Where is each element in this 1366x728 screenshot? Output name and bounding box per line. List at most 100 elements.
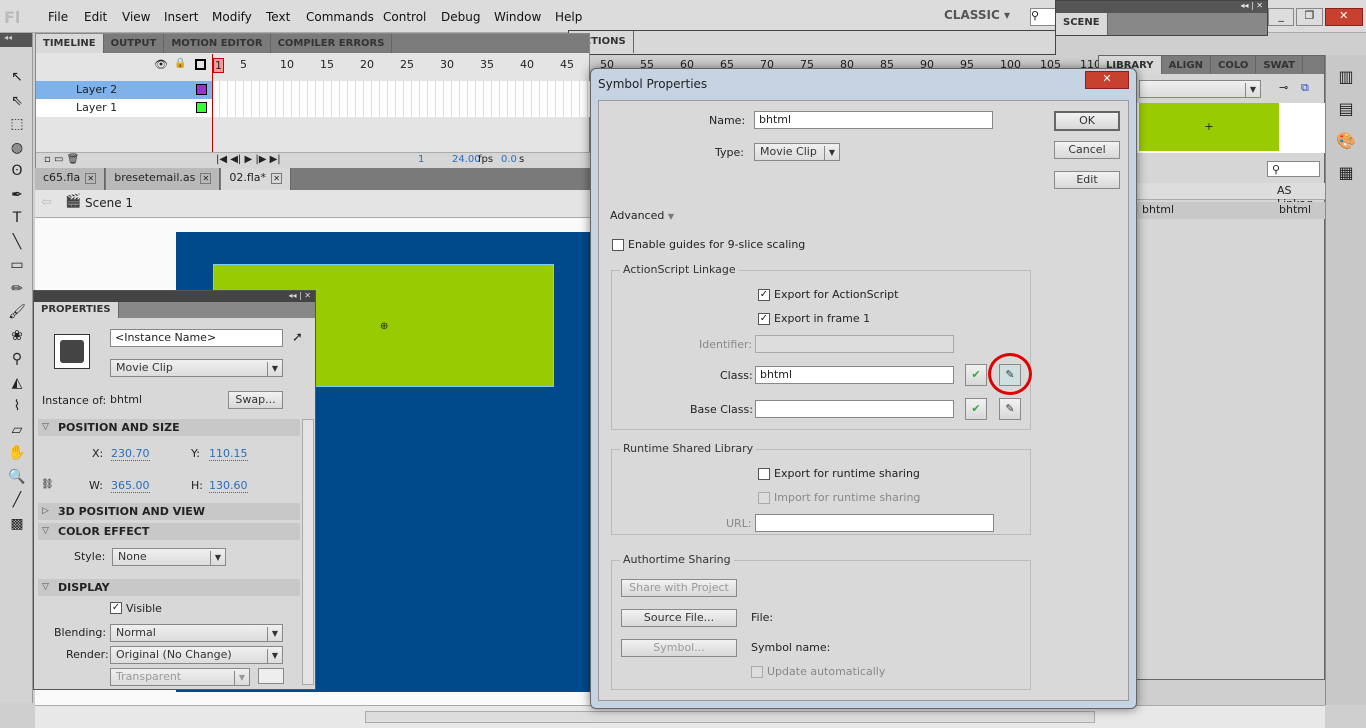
collapse-icon[interactable]: ◂◂ bbox=[0, 33, 32, 47]
ok-button[interactable]: OK bbox=[1054, 111, 1120, 131]
layer-name[interactable]: Layer 1 bbox=[76, 101, 117, 114]
icon-fill-color[interactable]: ▩ bbox=[8, 516, 26, 534]
menu-control[interactable]: Control bbox=[383, 10, 426, 24]
icon-deco-tool[interactable]: ❀ bbox=[8, 328, 26, 346]
outline-icon[interactable] bbox=[195, 59, 206, 70]
edit-symbol-icon[interactable]: ➚ bbox=[292, 330, 303, 345]
icon-free-transform-tool[interactable]: ⬚ bbox=[8, 116, 26, 134]
menu-text[interactable]: Text bbox=[266, 10, 290, 24]
lock-icon[interactable]: 🔒 bbox=[174, 58, 186, 69]
menu-window[interactable]: Window bbox=[494, 10, 541, 24]
panel-collapse-close[interactable]: ◂◂ | ✕ bbox=[1056, 1, 1267, 13]
tab-scene[interactable]: SCENE bbox=[1056, 13, 1108, 35]
library-icon[interactable]: ▥ bbox=[1330, 61, 1362, 93]
x-value[interactable]: 230.70 bbox=[111, 447, 150, 461]
section-color-effect[interactable]: COLOR EFFECT bbox=[38, 523, 300, 540]
align-icon[interactable]: ▤ bbox=[1330, 93, 1362, 125]
properties-scrollbar[interactable] bbox=[302, 419, 314, 685]
section-display[interactable]: DISPLAY bbox=[38, 579, 300, 596]
tab-colo[interactable]: COLO bbox=[1211, 56, 1257, 74]
source-file-button[interactable]: Source File... bbox=[621, 609, 737, 627]
menu-insert[interactable]: Insert bbox=[164, 10, 198, 24]
class-input[interactable]: bhtml bbox=[755, 366, 954, 384]
background-select[interactable]: Transparent bbox=[110, 668, 250, 686]
instance-name-input[interactable]: <Instance Name> bbox=[110, 329, 283, 347]
time-value[interactable]: 0.0 bbox=[501, 154, 517, 165]
close-tab-icon[interactable]: ✕ bbox=[85, 173, 97, 184]
section-3d[interactable]: 3D POSITION AND VIEW bbox=[38, 503, 300, 520]
new-library-icon[interactable]: ⧉ bbox=[1301, 81, 1309, 95]
back-arrow-icon[interactable]: ⇦ bbox=[41, 195, 52, 210]
menu-modify[interactable]: Modify bbox=[212, 10, 252, 24]
export-runtime-checkbox[interactable] bbox=[758, 468, 770, 480]
edit-base-class-pencil-button[interactable]: ✎ bbox=[999, 398, 1021, 420]
export-frame1-checkbox[interactable]: ✓ bbox=[758, 313, 770, 325]
menu-commands[interactable]: Commands bbox=[306, 10, 374, 24]
close-tab-icon[interactable]: ✕ bbox=[200, 173, 212, 184]
swap-button[interactable]: Swap... bbox=[228, 391, 283, 409]
layer-row[interactable]: Layer 1 bbox=[36, 99, 214, 117]
restore-button[interactable]: ❐ bbox=[1296, 8, 1323, 26]
playback-controls[interactable]: |◀ ◀| ▶ |▶ ▶| bbox=[216, 154, 281, 165]
menu-debug[interactable]: Debug bbox=[441, 10, 480, 24]
icon-selection-tool[interactable]: ↖ bbox=[8, 69, 26, 87]
symbol-type-select[interactable]: Movie Clip bbox=[110, 359, 283, 377]
close-window-button[interactable]: ✕ bbox=[1324, 8, 1363, 26]
cancel-button[interactable]: Cancel bbox=[1054, 141, 1120, 159]
tab-properties[interactable]: PROPERTIES bbox=[34, 302, 119, 318]
layer-color-swatch[interactable] bbox=[196, 84, 207, 95]
layer-name[interactable]: Layer 2 bbox=[76, 83, 117, 96]
menu-view[interactable]: View bbox=[122, 10, 150, 24]
tab-align[interactable]: ALIGN bbox=[1162, 56, 1211, 74]
dialog-close-button[interactable]: ✕ bbox=[1085, 71, 1129, 89]
icon-3d-rotation-tool[interactable]: ◍ bbox=[8, 140, 26, 158]
h-value[interactable]: 130.60 bbox=[209, 479, 248, 493]
lock-ratio-icon[interactable]: ⛓ bbox=[41, 479, 54, 490]
scene-label[interactable]: Scene 1 bbox=[85, 196, 133, 210]
edit-button[interactable]: Edit bbox=[1054, 171, 1120, 189]
frame-row[interactable] bbox=[212, 99, 591, 117]
advanced-toggle[interactable]: Advanced ▼ bbox=[610, 209, 674, 222]
layer-color-swatch[interactable] bbox=[196, 102, 207, 113]
symbol-name-input[interactable]: bhtml bbox=[754, 111, 993, 129]
blending-select[interactable]: Normal bbox=[110, 624, 283, 642]
validate-base-class-button[interactable]: ✔ bbox=[965, 398, 987, 420]
tab-compiler-errors[interactable]: COMPILER ERRORS bbox=[271, 34, 393, 53]
search-icon[interactable]: ⚲ bbox=[1030, 8, 1058, 26]
tab-output[interactable]: OUTPUT bbox=[104, 34, 165, 53]
export-actionscript-checkbox[interactable]: ✓ bbox=[758, 289, 770, 301]
icon-subselection-tool[interactable]: ⇖ bbox=[8, 93, 26, 111]
close-tab-icon[interactable]: ✕ bbox=[271, 173, 283, 184]
current-frame[interactable]: 1 bbox=[418, 154, 424, 165]
library-document-select[interactable] bbox=[1139, 80, 1261, 98]
menu-file[interactable]: File bbox=[48, 10, 68, 24]
fps-value[interactable]: 24.00 bbox=[452, 154, 481, 165]
new-layer-icon[interactable]: ▫ ▭ 🗑 bbox=[44, 154, 79, 165]
style-select[interactable]: None bbox=[112, 548, 226, 566]
tab-motion-editor[interactable]: MOTION EDITOR bbox=[164, 34, 271, 53]
layer-row[interactable]: Layer 2 bbox=[36, 81, 214, 99]
icon-pen-tool[interactable]: ✒ bbox=[8, 187, 26, 205]
icon-stroke-color[interactable]: ╱ bbox=[8, 492, 26, 510]
doc-tab[interactable]: 02.fla* ✕ bbox=[221, 168, 292, 190]
icon-rectangle-tool[interactable]: ▭ bbox=[8, 257, 26, 275]
tab-timeline[interactable]: TIMELINE bbox=[36, 34, 104, 53]
w-value[interactable]: 365.00 bbox=[111, 479, 150, 493]
symbol-type-select[interactable]: Movie Clip bbox=[754, 143, 840, 161]
icon-eyedropper-tool[interactable]: ⌇ bbox=[8, 398, 26, 416]
tab-swat[interactable]: SWAT bbox=[1256, 56, 1303, 74]
icon-line-tool[interactable]: ╲ bbox=[8, 234, 26, 252]
icon-eraser-tool[interactable]: ▱ bbox=[8, 422, 26, 440]
menu-help[interactable]: Help bbox=[555, 10, 582, 24]
render-select[interactable]: Original (No Change) bbox=[110, 646, 283, 664]
icon-zoom-tool[interactable]: 🔍 bbox=[8, 469, 26, 487]
url-input[interactable] bbox=[755, 514, 994, 532]
y-value[interactable]: 110.15 bbox=[209, 447, 248, 461]
validate-class-button[interactable]: ✔ bbox=[965, 364, 987, 386]
doc-tab[interactable]: c65.fla ✕ bbox=[35, 168, 106, 190]
library-search-input[interactable]: ⚲ bbox=[1267, 161, 1320, 177]
pin-icon[interactable]: ⊸ bbox=[1279, 81, 1288, 94]
icon-bone-tool[interactable]: ⚲ bbox=[8, 351, 26, 369]
nine-slice-checkbox[interactable] bbox=[612, 239, 624, 251]
icon-text-tool[interactable]: T bbox=[8, 210, 26, 228]
